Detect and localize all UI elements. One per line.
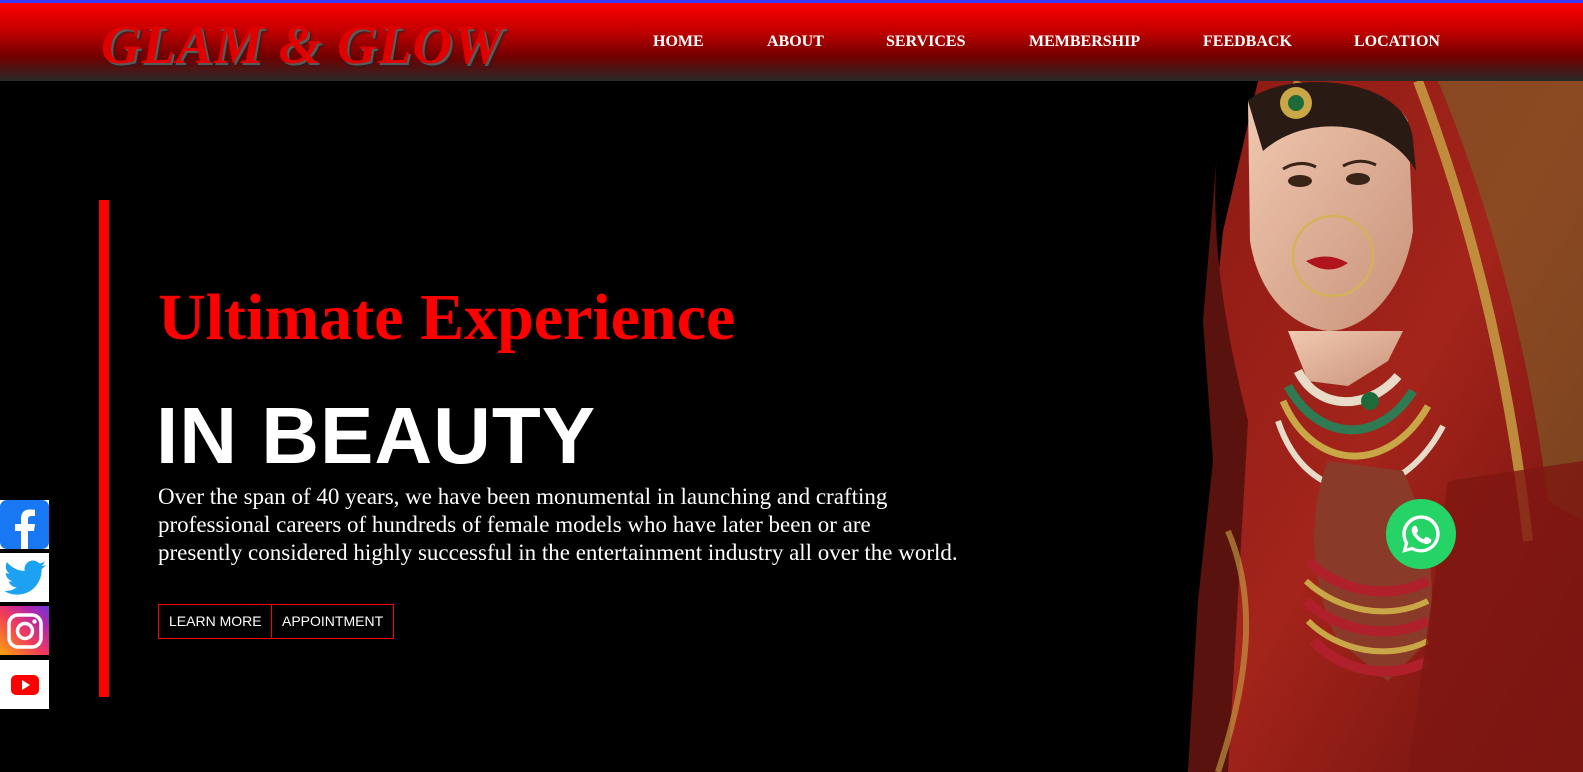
nav-membership[interactable]: MEMBERSHIP — [1029, 33, 1140, 51]
main-nav: HOME ABOUT SERVICES MEMBERSHIP FEEDBACK … — [0, 33, 1583, 57]
twitter-link[interactable] — [0, 553, 49, 602]
hero-accent-bar — [99, 200, 109, 697]
whatsapp-icon — [1402, 515, 1440, 553]
facebook-icon — [0, 500, 49, 549]
hero-subhead: IN BEAUTY — [156, 391, 597, 480]
hero-headline: Ultimate Experience — [158, 281, 736, 354]
top-navbar: GLAM & GLOW HOME ABOUT SERVICES MEMBERSH… — [0, 0, 1583, 81]
twitter-icon — [3, 560, 46, 595]
hero-description: Over the span of 40 years, we have been … — [158, 484, 958, 565]
nav-location[interactable]: LOCATION — [1354, 33, 1440, 51]
hero-model-image — [1188, 81, 1583, 772]
instagram-icon — [6, 612, 43, 649]
whatsapp-button[interactable] — [1386, 499, 1456, 569]
learn-more-button[interactable]: LEARN MORE — [158, 604, 273, 639]
nav-home[interactable]: HOME — [653, 33, 704, 51]
appointment-button[interactable]: APPOINTMENT — [271, 604, 395, 639]
nav-feedback[interactable]: FEEDBACK — [1203, 33, 1292, 51]
youtube-link[interactable] — [0, 660, 49, 709]
youtube-icon — [10, 674, 39, 695]
nav-about[interactable]: ABOUT — [767, 33, 824, 51]
instagram-link[interactable] — [0, 606, 49, 655]
facebook-link[interactable] — [0, 500, 49, 549]
nav-services[interactable]: SERVICES — [886, 33, 965, 51]
